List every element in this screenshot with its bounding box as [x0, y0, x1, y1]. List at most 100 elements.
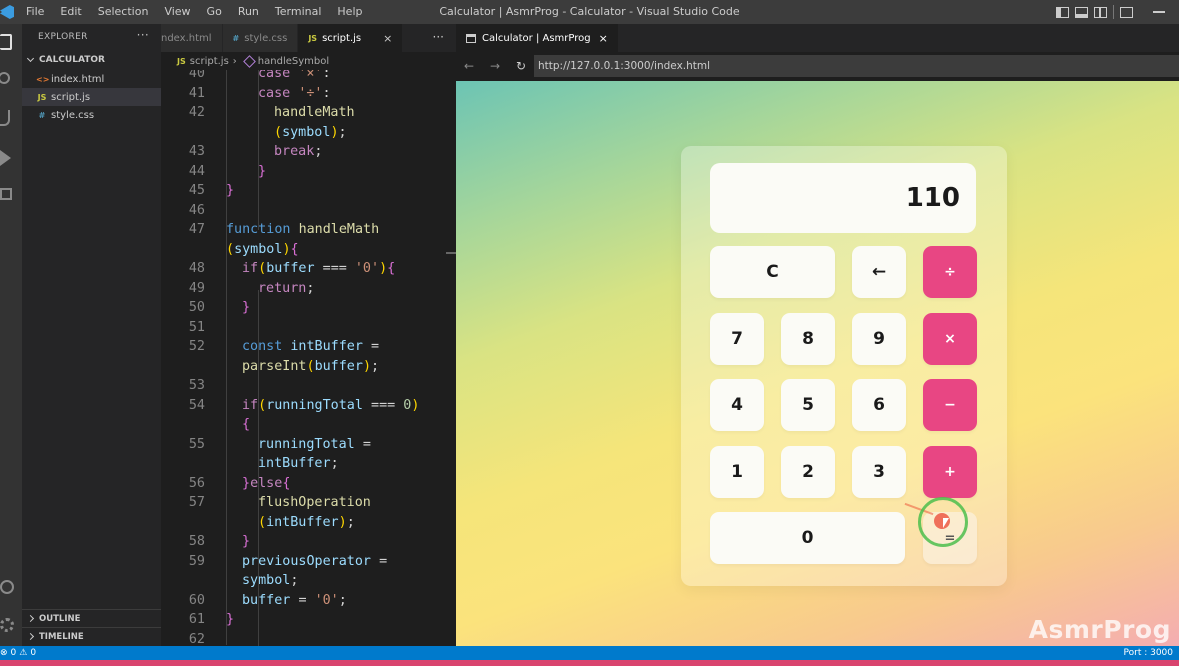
code-line[interactable]: case '×': [258, 70, 331, 81]
digit-2-button[interactable]: 2 [781, 446, 835, 498]
browser-navigation: ← → ↻ http://127.0.0.1:3000/index.html [456, 52, 1179, 80]
menu-help[interactable]: Help [329, 0, 370, 24]
line-number: 57 [188, 495, 205, 510]
code-line[interactable]: handleMath [274, 105, 355, 120]
customize-layout-icon[interactable] [1120, 6, 1133, 18]
line-number: 42 [188, 105, 205, 120]
backspace-button[interactable]: ← [852, 246, 906, 298]
code-line[interactable]: if(buffer === '0'){ [242, 261, 395, 276]
code-line[interactable]: } [226, 612, 234, 627]
multiply-button[interactable]: × [923, 313, 977, 365]
digit-0-button[interactable]: 0 [710, 512, 905, 564]
code-line[interactable]: runningTotal = [258, 437, 371, 452]
code-area[interactable]: 40 case '×': 41 case '÷': 42 handleMath (symbo… [161, 70, 456, 646]
explorer-more-icon[interactable]: ··· [137, 28, 149, 42]
code-line[interactable]: { [242, 417, 250, 432]
toggle-secondary-sidebar-icon[interactable] [1094, 6, 1107, 18]
line-number: 43 [188, 144, 205, 159]
plus-button[interactable]: + [923, 446, 977, 498]
digit-3-button[interactable]: 3 [852, 446, 906, 498]
outline-section[interactable]: OUTLINE [22, 609, 161, 627]
tab-script-js[interactable]: JS script.js × [298, 24, 404, 52]
tab-style-css[interactable]: # style.css [222, 24, 299, 52]
source-control-icon[interactable] [0, 110, 10, 126]
menu-go[interactable]: Go [199, 0, 230, 24]
breadcrumb-file[interactable]: script.js [190, 56, 229, 67]
menu-edit[interactable]: Edit [52, 0, 89, 24]
menu-run[interactable]: Run [230, 0, 267, 24]
js-file-icon: JS [308, 33, 318, 43]
scrollbar-marker[interactable] [446, 252, 456, 254]
code-line[interactable]: } [226, 183, 234, 198]
divide-button[interactable]: ÷ [923, 246, 977, 298]
code-line[interactable]: const intBuffer = [242, 339, 379, 354]
breadcrumb: JS script.js › handleSymbol [161, 52, 456, 70]
digit-1-button[interactable]: 1 [710, 446, 764, 498]
reload-icon[interactable]: ↻ [508, 59, 534, 73]
code-line[interactable]: parseInt(buffer); [242, 359, 379, 374]
file-style-css[interactable]: # style.css [22, 106, 161, 124]
timeline-section[interactable]: TIMELINE [22, 627, 161, 645]
url-input[interactable]: http://127.0.0.1:3000/index.html [534, 55, 1179, 77]
run-debug-icon[interactable] [0, 150, 11, 166]
code-line[interactable]: return; [258, 281, 314, 296]
code-line[interactable]: break; [274, 144, 322, 159]
search-icon[interactable] [0, 72, 10, 84]
digit-6-button[interactable]: 6 [852, 379, 906, 431]
clear-button[interactable]: C [710, 246, 835, 298]
code-line[interactable]: intBuffer; [258, 456, 339, 471]
code-line[interactable]: flushOperation [258, 495, 371, 510]
code-line[interactable]: (symbol){ [226, 242, 299, 257]
tab-index-html[interactable]: ndex.html [161, 24, 223, 52]
line-number: 40 [188, 70, 205, 81]
gear-icon[interactable] [0, 618, 14, 632]
taskbar-strip [0, 660, 1179, 666]
close-icon[interactable]: × [599, 32, 608, 45]
file-label: script.js [51, 91, 91, 103]
tab-calculator-preview[interactable]: Calculator | AsmrProg × [456, 24, 618, 52]
tabs-more-icon[interactable]: ··· [433, 30, 444, 44]
file-index-html[interactable]: <> index.html [22, 70, 161, 88]
digit-8-button[interactable]: 8 [781, 313, 835, 365]
menu-view[interactable]: View [156, 0, 198, 24]
code-line[interactable]: case '÷': [258, 86, 331, 101]
code-line[interactable]: symbol; [242, 573, 298, 588]
forward-arrow-icon[interactable]: → [482, 59, 508, 73]
menu-terminal[interactable]: Terminal [267, 0, 330, 24]
code-line[interactable]: if(runningTotal === 0) [242, 398, 419, 413]
code-line[interactable]: previousOperator = [242, 554, 387, 569]
breadcrumb-symbol[interactable]: handleSymbol [258, 56, 329, 67]
code-line[interactable]: } [242, 300, 250, 315]
digit-4-button[interactable]: 4 [710, 379, 764, 431]
account-icon[interactable] [0, 580, 14, 594]
code-line[interactable]: function handleMath [226, 222, 379, 237]
extensions-icon[interactable] [0, 188, 12, 200]
menu-file[interactable]: File [18, 0, 52, 24]
explorer-panel: EXPLORER ··· CALCULATOR <> index.html JS… [22, 24, 161, 646]
code-line[interactable]: } [258, 164, 266, 179]
digit-9-button[interactable]: 9 [852, 313, 906, 365]
problems-indicator[interactable]: ⊗ 0 ⚠ 0 [0, 648, 39, 658]
menu-selection[interactable]: Selection [90, 0, 157, 24]
digit-5-button[interactable]: 5 [781, 379, 835, 431]
live-server-port[interactable]: Port : 3000 [1124, 646, 1174, 660]
minimize-icon[interactable] [1153, 11, 1165, 13]
code-line[interactable]: } [242, 534, 250, 549]
line-number: 60 [188, 592, 205, 608]
close-icon[interactable]: × [383, 32, 392, 45]
digit-7-button[interactable]: 7 [710, 313, 764, 365]
code-line[interactable]: }else{ [242, 476, 290, 491]
line-number: 50 [188, 300, 205, 315]
code-line[interactable]: (symbol); [274, 125, 347, 140]
toggle-panel-icon[interactable] [1075, 6, 1088, 18]
line-number: 59 [188, 553, 205, 569]
minus-button[interactable]: − [923, 379, 977, 431]
toggle-sidebar-icon[interactable] [1056, 6, 1069, 18]
explorer-icon[interactable] [0, 34, 12, 50]
back-arrow-icon[interactable]: ← [456, 59, 482, 73]
file-script-js[interactable]: JS script.js [22, 88, 161, 106]
folder-calculator[interactable]: CALCULATOR [22, 50, 161, 70]
line-number: 55 [188, 436, 205, 452]
code-line[interactable]: (intBuffer); [258, 515, 355, 530]
title-bar: File Edit Selection View Go Run Terminal… [0, 0, 1179, 24]
